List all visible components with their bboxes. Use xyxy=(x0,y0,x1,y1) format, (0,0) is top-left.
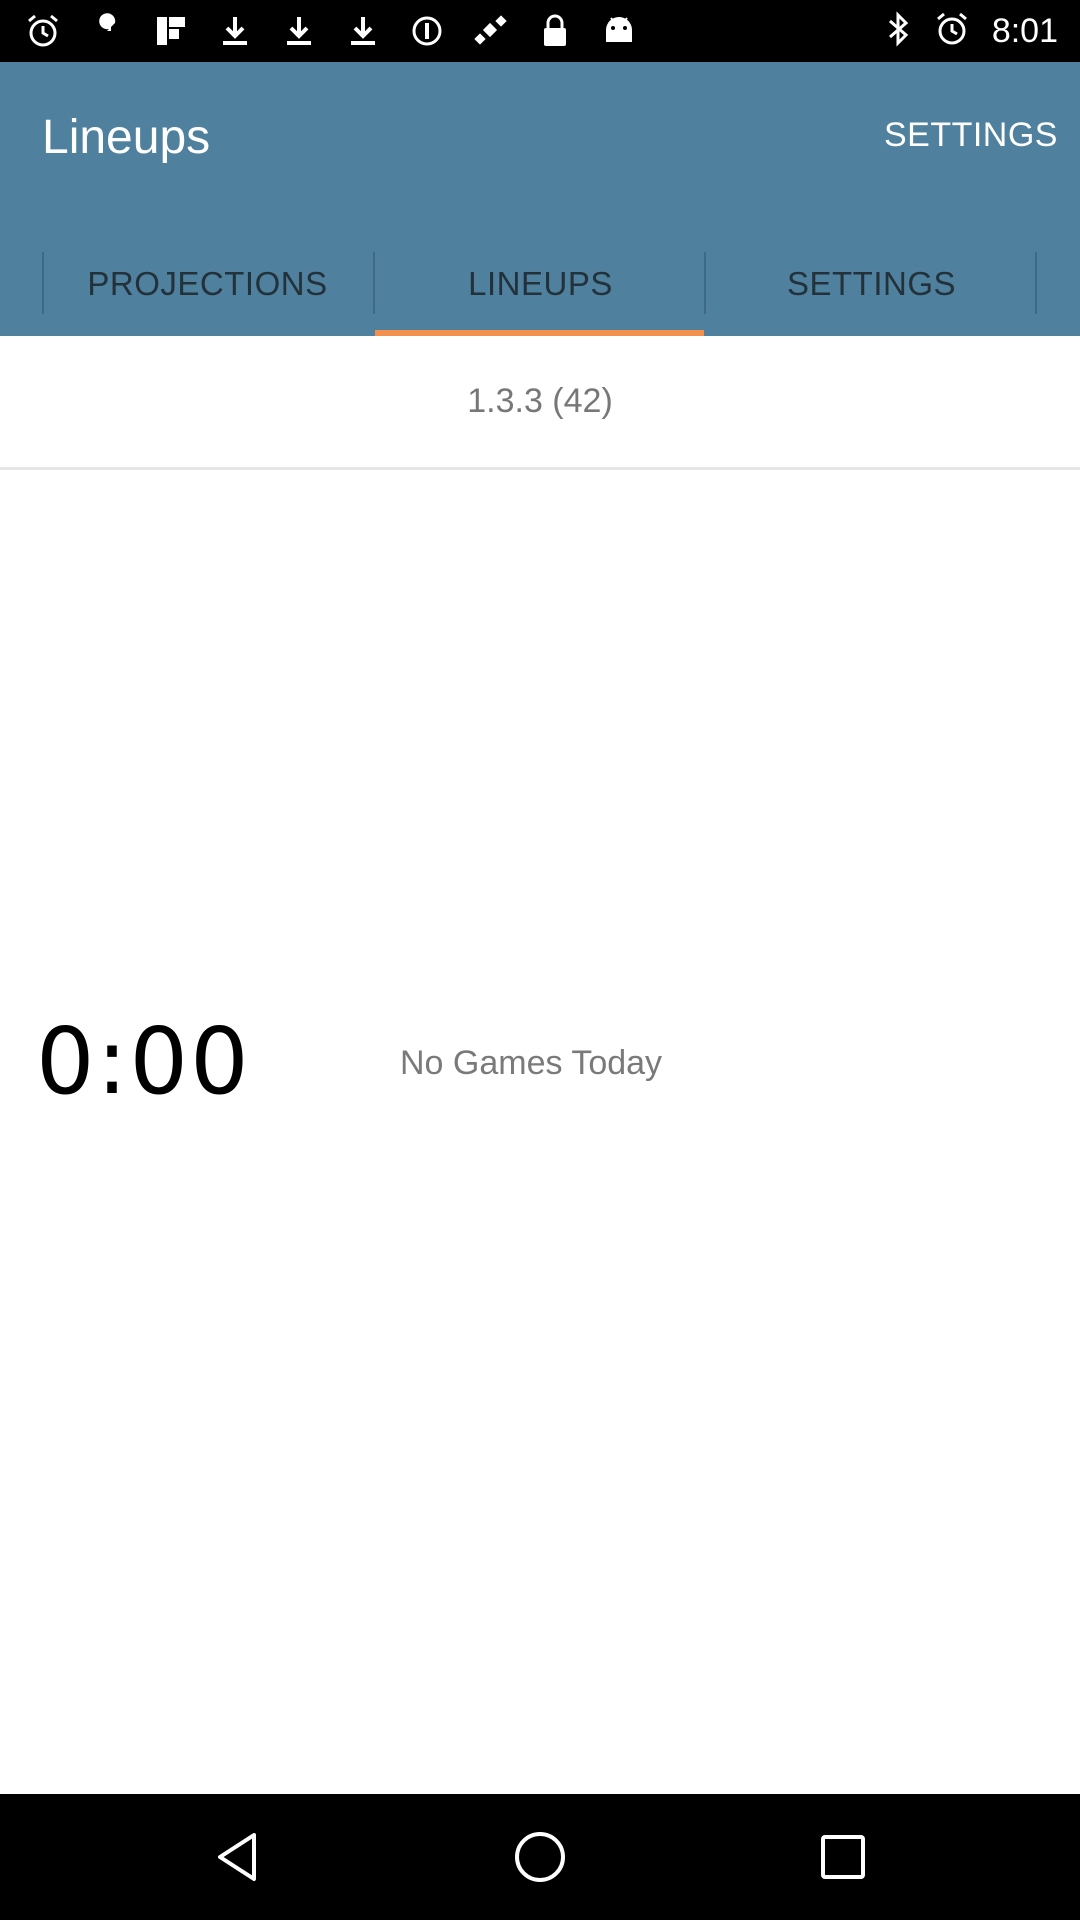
tab-lineups[interactable]: LINEUPS xyxy=(375,232,706,336)
navigation-bar xyxy=(0,1794,1080,1920)
status-icons-left xyxy=(24,0,638,62)
home-icon[interactable] xyxy=(505,1822,575,1892)
satellite-icon xyxy=(472,12,510,50)
data-saver-icon xyxy=(408,12,446,50)
countdown-clock: 0:00 xyxy=(36,1008,251,1115)
version-row: 1.3.3 (42) xyxy=(0,336,1080,470)
tab-bar: PROJECTIONS LINEUPS SETTINGS xyxy=(0,232,1080,336)
back-icon[interactable] xyxy=(202,1822,272,1892)
wrench-icon xyxy=(88,12,126,50)
alarm-icon xyxy=(24,12,62,50)
no-games-message: No Games Today xyxy=(400,1044,663,1082)
bluetooth-icon xyxy=(886,10,912,52)
android-icon xyxy=(600,12,638,50)
tab-settings[interactable]: SETTINGS xyxy=(706,232,1037,336)
app-bar: Lineups SETTINGS PROJECTIONS LINEUPS SET… xyxy=(0,62,1080,336)
download-icon xyxy=(216,12,254,50)
recents-icon[interactable] xyxy=(808,1822,878,1892)
download-icon xyxy=(344,12,382,50)
alarm-icon xyxy=(934,11,970,52)
tab-divider xyxy=(1035,252,1037,314)
tab-projections[interactable]: PROJECTIONS xyxy=(42,232,373,336)
flipboard-icon xyxy=(152,12,190,50)
version-label: 1.3.3 (42) xyxy=(467,382,613,420)
lock-icon xyxy=(536,12,574,50)
page-title: Lineups xyxy=(42,111,211,164)
download-icon xyxy=(280,12,318,50)
status-icons-right: 8:01 xyxy=(886,0,1058,62)
status-time: 8:01 xyxy=(991,11,1058,50)
status-bar: 8:01 xyxy=(0,0,1080,62)
settings-button[interactable]: SETTINGS xyxy=(884,116,1058,155)
